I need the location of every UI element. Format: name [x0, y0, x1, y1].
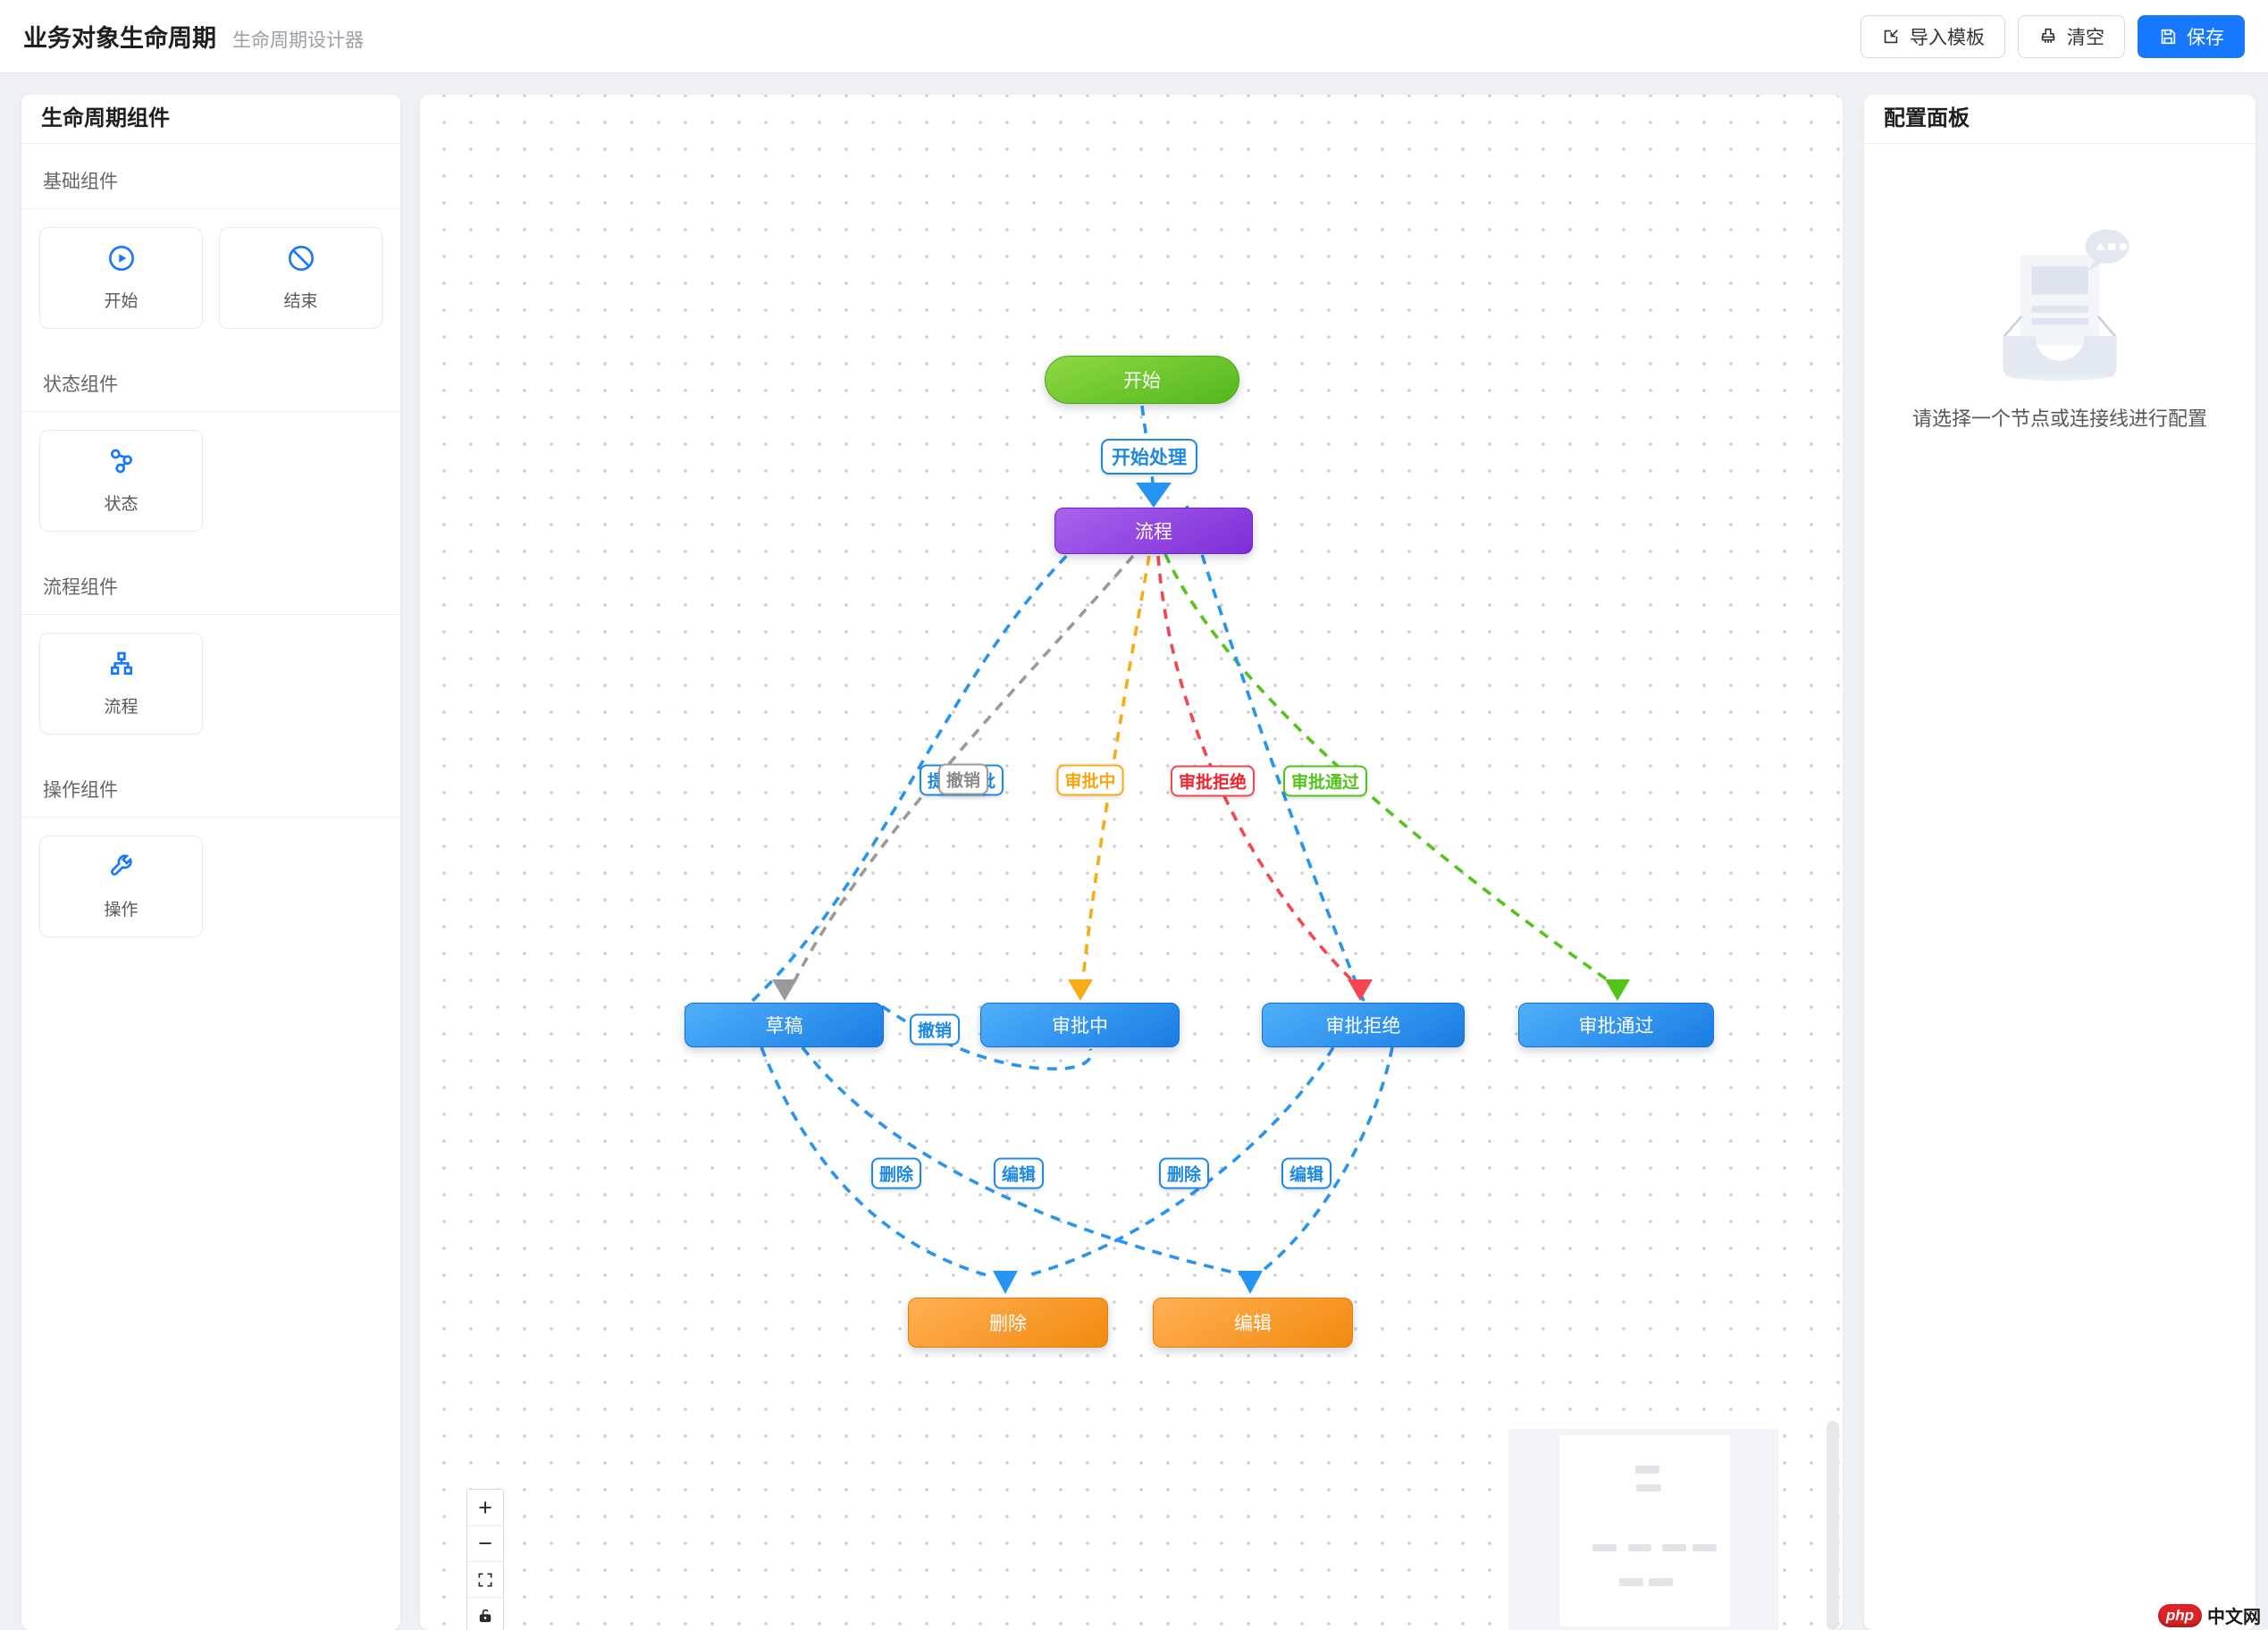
flow-node-rejected[interactable]: 审批拒绝: [1262, 1003, 1465, 1047]
edge-label[interactable]: 编辑: [1281, 1157, 1332, 1189]
component-card-结束[interactable]: 结束: [219, 227, 382, 329]
component-label: 操作: [104, 901, 139, 920]
forbid-icon: [287, 244, 315, 277]
component-card-操作[interactable]: 操作: [39, 836, 203, 937]
config-panel: 配置面板 请选择一个节点或连接线进行配置: [1864, 95, 2255, 1630]
config-empty-text: 请选择一个节点或连接线进行配置: [1911, 408, 2207, 430]
php-logo: php: [2157, 1603, 2202, 1627]
clear-brush-icon: [2041, 28, 2055, 43]
page-title: 业务对象生命周期: [23, 25, 216, 52]
arrowhead-edit: [1238, 1271, 1263, 1294]
flow-node-delete[interactable]: 删除: [908, 1298, 1108, 1348]
flow-node-process[interactable]: 流程: [1054, 508, 1253, 554]
flow-node-approving[interactable]: 审批中: [980, 1003, 1180, 1047]
edge-label[interactable]: 审批拒绝: [1170, 765, 1256, 797]
edge-draft-process[interactable]: [751, 504, 1124, 1003]
app-header: 业务对象生命周期 生命周期设计器 导入模板 清空 保存: [0, 0, 2268, 73]
config-empty-state: 请选择一个节点或连接线进行配置: [1864, 221, 2255, 432]
minimap-node: [1628, 1544, 1651, 1551]
watermark-text: 中文网: [2207, 1608, 2261, 1627]
arrowhead-draft: [772, 979, 797, 1001]
edge-label[interactable]: 删除: [870, 1157, 922, 1189]
save-label: 保存: [2187, 27, 2224, 48]
config-panel-title: 配置面板: [1884, 106, 1970, 130]
clear-label: 清空: [2067, 27, 2104, 48]
save-button[interactable]: 保存: [2138, 14, 2245, 58]
section-label: 基础组件: [43, 172, 118, 192]
edge-label[interactable]: 删除: [1158, 1157, 1210, 1189]
sidebar-section: 状态组件状态: [21, 347, 400, 550]
arrowhead-approved: [1605, 979, 1630, 1001]
minimap-node: [1592, 1544, 1617, 1551]
divider: [1864, 143, 2255, 144]
component-label: 结束: [283, 292, 318, 311]
component-label: 开始: [104, 292, 139, 311]
page-subtitle: 生命周期设计器: [232, 30, 364, 51]
arrowhead-delete: [993, 1271, 1018, 1294]
component-card-流程[interactable]: 流程: [39, 633, 203, 735]
sidebar-section: 基础组件开始 结束: [21, 144, 400, 347]
minimap-node: [1662, 1544, 1686, 1551]
zoom-controls: + −: [466, 1489, 504, 1630]
zoom-in-button[interactable]: +: [467, 1490, 503, 1525]
component-card-开始[interactable]: 开始: [39, 227, 203, 329]
lock-button[interactable]: [467, 1597, 503, 1630]
save-icon: [2161, 29, 2176, 44]
wrench-icon: [107, 853, 136, 886]
minimap[interactable]: [1508, 1429, 1778, 1630]
flow-node-edit[interactable]: 编辑: [1153, 1298, 1353, 1348]
component-card-状态[interactable]: 状态: [39, 430, 203, 532]
minimap-node: [1636, 1484, 1661, 1491]
arrowhead-rejected: [1348, 979, 1373, 1001]
header-actions: 导入模板 清空 保存: [1861, 14, 2245, 58]
flow-node-draft[interactable]: 草稿: [685, 1003, 884, 1047]
edges-layer: [751, 405, 1630, 1294]
fit-view-button[interactable]: [467, 1561, 503, 1597]
section-label: 操作组件: [43, 780, 118, 801]
section-label: 流程组件: [43, 577, 118, 598]
site-watermark: php 中文网: [2157, 1602, 2261, 1628]
sitemap-icon: [107, 650, 136, 683]
minimap-page: [1559, 1435, 1730, 1626]
component-label: 状态: [104, 495, 139, 514]
component-sidebar: 生命周期组件 基础组件开始 结束状态组件状态流程组件流程操作组件操作: [21, 95, 400, 1630]
play-circle-icon: [107, 244, 136, 277]
sidebar-section: 流程组件流程: [21, 550, 400, 752]
state-nodes-icon: [107, 447, 136, 480]
edge-label[interactable]: 编辑: [993, 1157, 1045, 1189]
arrowhead-process: [1136, 483, 1172, 508]
zoom-out-button[interactable]: −: [467, 1525, 503, 1561]
sidebar-title: 生命周期组件: [41, 106, 170, 130]
canvas-scrollbar[interactable]: [1827, 1421, 1839, 1630]
edge-label[interactable]: 审批通过: [1282, 765, 1368, 797]
edge-rejected-process[interactable]: [1185, 505, 1365, 1002]
edge-label[interactable]: 撤销: [937, 763, 989, 795]
minimap-node: [1635, 1466, 1659, 1474]
component-label: 流程: [104, 698, 139, 717]
minimap-node: [1693, 1544, 1717, 1551]
flow-node-start[interactable]: 开始: [1045, 356, 1239, 404]
clear-button[interactable]: 清空: [2018, 14, 2125, 58]
import-icon: [1884, 29, 1898, 43]
empty-inbox-illustration: [2003, 229, 2129, 381]
edge-label[interactable]: 开始处理: [1101, 439, 1197, 475]
edge-label[interactable]: 撤销: [909, 1013, 961, 1046]
section-label: 状态组件: [43, 374, 118, 395]
edge-label[interactable]: 审批中: [1056, 764, 1124, 796]
import-template-label: 导入模板: [1910, 27, 1985, 48]
arrowhead-approving: [1068, 979, 1093, 1001]
flow-canvas[interactable]: 开始处理提交审批撤销审批中审批拒绝审批通过撤销删除编辑删除编辑 开始流程草稿审批…: [420, 95, 1843, 1630]
import-template-button[interactable]: 导入模板: [1861, 14, 2005, 58]
minimap-node: [1619, 1578, 1643, 1586]
flow-node-approved[interactable]: 审批通过: [1518, 1003, 1714, 1047]
sidebar-section: 操作组件操作: [21, 752, 400, 955]
minimap-node: [1649, 1578, 1673, 1586]
